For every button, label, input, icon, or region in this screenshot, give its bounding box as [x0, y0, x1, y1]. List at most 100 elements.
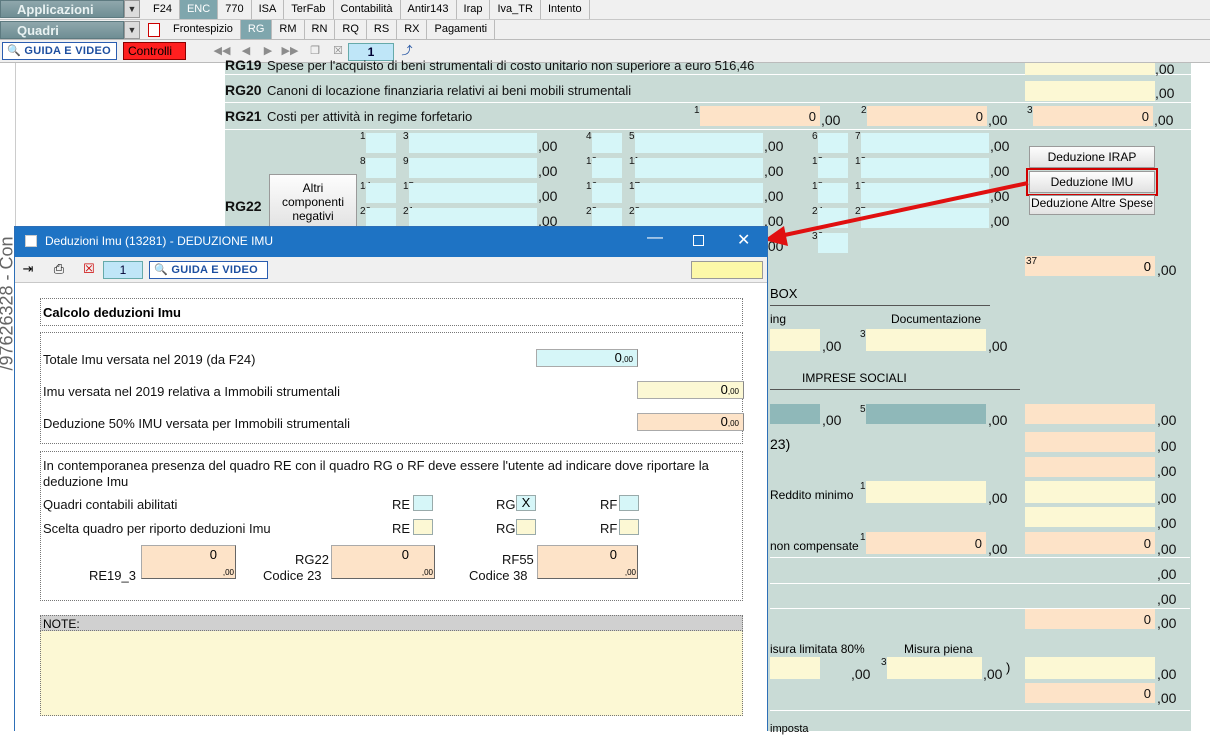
- tab-enc[interactable]: ENC: [179, 0, 219, 19]
- rg22-field[interactable]: [635, 158, 763, 178]
- box-field-1[interactable]: [770, 329, 820, 351]
- field-r3[interactable]: 0: [1025, 609, 1155, 629]
- chevron-down-icon[interactable]: ▼: [124, 0, 140, 18]
- tab-rn[interactable]: RN: [305, 20, 336, 39]
- deduzione-altre-spese-button[interactable]: Deduzione Altre Spese: [1029, 195, 1155, 215]
- tab-antir143[interactable]: Antir143: [401, 0, 457, 19]
- note-textarea[interactable]: [40, 631, 743, 716]
- delete-icon[interactable]: ☒: [81, 261, 97, 278]
- rg20-field[interactable]: [1025, 81, 1155, 101]
- rg22-field[interactable]: [818, 133, 848, 153]
- rg22-field[interactable]: [366, 158, 396, 178]
- deduzione-imu-button[interactable]: Deduzione IMU: [1026, 168, 1158, 196]
- field-23a[interactable]: [1025, 432, 1155, 452]
- deduzione-irap-button[interactable]: Deduzione IRAP: [1029, 146, 1155, 168]
- rf55-field[interactable]: 0 ,00: [537, 545, 638, 579]
- rg22-final-field[interactable]: 0: [1025, 256, 1155, 276]
- applicazioni-combo[interactable]: Applicazioni: [0, 0, 124, 18]
- rg22-field[interactable]: [818, 208, 848, 228]
- tab-rg[interactable]: RG: [240, 20, 273, 39]
- re-scelta-checkbox[interactable]: [413, 519, 433, 535]
- exit-icon[interactable]: ⇥: [19, 261, 37, 278]
- pdf-icon[interactable]: [148, 23, 160, 37]
- rg22-field[interactable]: [409, 208, 537, 228]
- guida-video-button[interactable]: 🔍 GUIDA E VIDEO: [2, 42, 117, 60]
- tab-terfab[interactable]: TerFab: [284, 0, 334, 19]
- strumentali-field[interactable]: 0,00: [637, 381, 744, 399]
- rg22-field[interactable]: 0 ,00: [331, 545, 435, 579]
- reddito-field-1[interactable]: [866, 481, 986, 503]
- chevron-down-icon[interactable]: ▼: [124, 21, 140, 39]
- minimize-icon[interactable]: —: [647, 229, 663, 247]
- tab-isa[interactable]: ISA: [252, 0, 285, 19]
- misura-field-2[interactable]: [770, 657, 820, 679]
- rg-scelta-checkbox[interactable]: [516, 519, 536, 535]
- close-icon[interactable]: ✕: [737, 230, 750, 250]
- tab-intento[interactable]: Intento: [541, 0, 590, 19]
- rg22-field[interactable]: [592, 183, 622, 203]
- rg-abilitato-checkbox[interactable]: X: [516, 495, 536, 511]
- rg22-field[interactable]: [861, 133, 989, 153]
- rf-abilitato-checkbox[interactable]: [619, 495, 639, 511]
- controlli-button[interactable]: Controlli: [123, 42, 186, 60]
- rg22-field[interactable]: [861, 208, 989, 228]
- misura-field-3[interactable]: [887, 657, 982, 679]
- rg19-field[interactable]: [1025, 63, 1155, 75]
- dialog-page-number[interactable]: 1: [103, 261, 143, 279]
- box-field-3[interactable]: [866, 329, 986, 351]
- rg22-field[interactable]: [818, 183, 848, 203]
- rg22-field[interactable]: [409, 133, 537, 153]
- tab-770[interactable]: 770: [218, 0, 252, 19]
- tab-rm[interactable]: RM: [272, 20, 305, 39]
- field-23b[interactable]: [1025, 457, 1155, 477]
- rg22-field[interactable]: [635, 133, 763, 153]
- altri-componenti-button[interactable]: Altri componenti negativi: [269, 174, 357, 230]
- deduzione-label: Deduzione 50% IMU versata per Immobili s…: [43, 416, 351, 431]
- rg22-field[interactable]: [366, 133, 396, 153]
- totale-field[interactable]: 0,00: [536, 349, 638, 367]
- misura-field-4[interactable]: [1025, 657, 1155, 679]
- tab-irap[interactable]: Irap: [457, 0, 491, 19]
- rg22-field[interactable]: [409, 158, 537, 178]
- quadri-combo[interactable]: Quadri: [0, 21, 124, 39]
- tab-pagamenti[interactable]: Pagamenti: [427, 20, 496, 39]
- tab-contabilita[interactable]: Contabilità: [334, 0, 401, 19]
- rg21-field-1[interactable]: 0: [700, 106, 820, 126]
- tab-iva-tr[interactable]: Iva_TR: [490, 0, 541, 19]
- reddito-field-2[interactable]: [1025, 481, 1155, 503]
- rf-scelta-checkbox[interactable]: [619, 519, 639, 535]
- maximize-icon[interactable]: [693, 235, 704, 246]
- rg22-field[interactable]: [635, 183, 763, 203]
- print-icon[interactable]: ⎙: [50, 261, 68, 278]
- rg22-field[interactable]: [592, 208, 622, 228]
- imprese-field-6[interactable]: [1025, 404, 1155, 424]
- noncomp-field-1[interactable]: 0: [866, 532, 986, 554]
- tab-rs[interactable]: RS: [367, 20, 398, 39]
- tab-frontespizio[interactable]: Frontespizio: [166, 20, 241, 39]
- rg22-field[interactable]: [861, 183, 989, 203]
- rg22-field[interactable]: [592, 158, 622, 178]
- rg22-field[interactable]: [635, 208, 763, 228]
- noncomp-field-2[interactable]: 0: [1025, 532, 1155, 554]
- re19-field[interactable]: 0 ,00: [141, 545, 236, 579]
- rf-label-2: RF: [600, 521, 618, 536]
- imprese-field-4[interactable]: [770, 404, 820, 424]
- rg22-field[interactable]: [366, 183, 396, 203]
- rg22-field[interactable]: [818, 233, 848, 253]
- tab-rq[interactable]: RQ: [335, 20, 367, 39]
- rg22-field[interactable]: [818, 158, 848, 178]
- tab-rx[interactable]: RX: [397, 20, 428, 39]
- rg22-field[interactable]: [861, 158, 989, 178]
- re-abilitato-checkbox[interactable]: [413, 495, 433, 511]
- dialog-guida-button[interactable]: 🔍 GUIDA E VIDEO: [149, 261, 268, 279]
- tab-f24[interactable]: F24: [146, 0, 180, 19]
- rg21-field-3[interactable]: 0: [1033, 106, 1153, 126]
- rg21-field-2[interactable]: 0: [867, 106, 987, 126]
- deduzione-field[interactable]: 0,00: [637, 413, 744, 431]
- rg22-field[interactable]: [409, 183, 537, 203]
- imprese-field-5[interactable]: [866, 404, 986, 424]
- reddito-field-3[interactable]: [1025, 507, 1155, 527]
- rg22-field[interactable]: [366, 208, 396, 228]
- rg22-field[interactable]: [592, 133, 622, 153]
- misura-field-5[interactable]: 0: [1025, 683, 1155, 703]
